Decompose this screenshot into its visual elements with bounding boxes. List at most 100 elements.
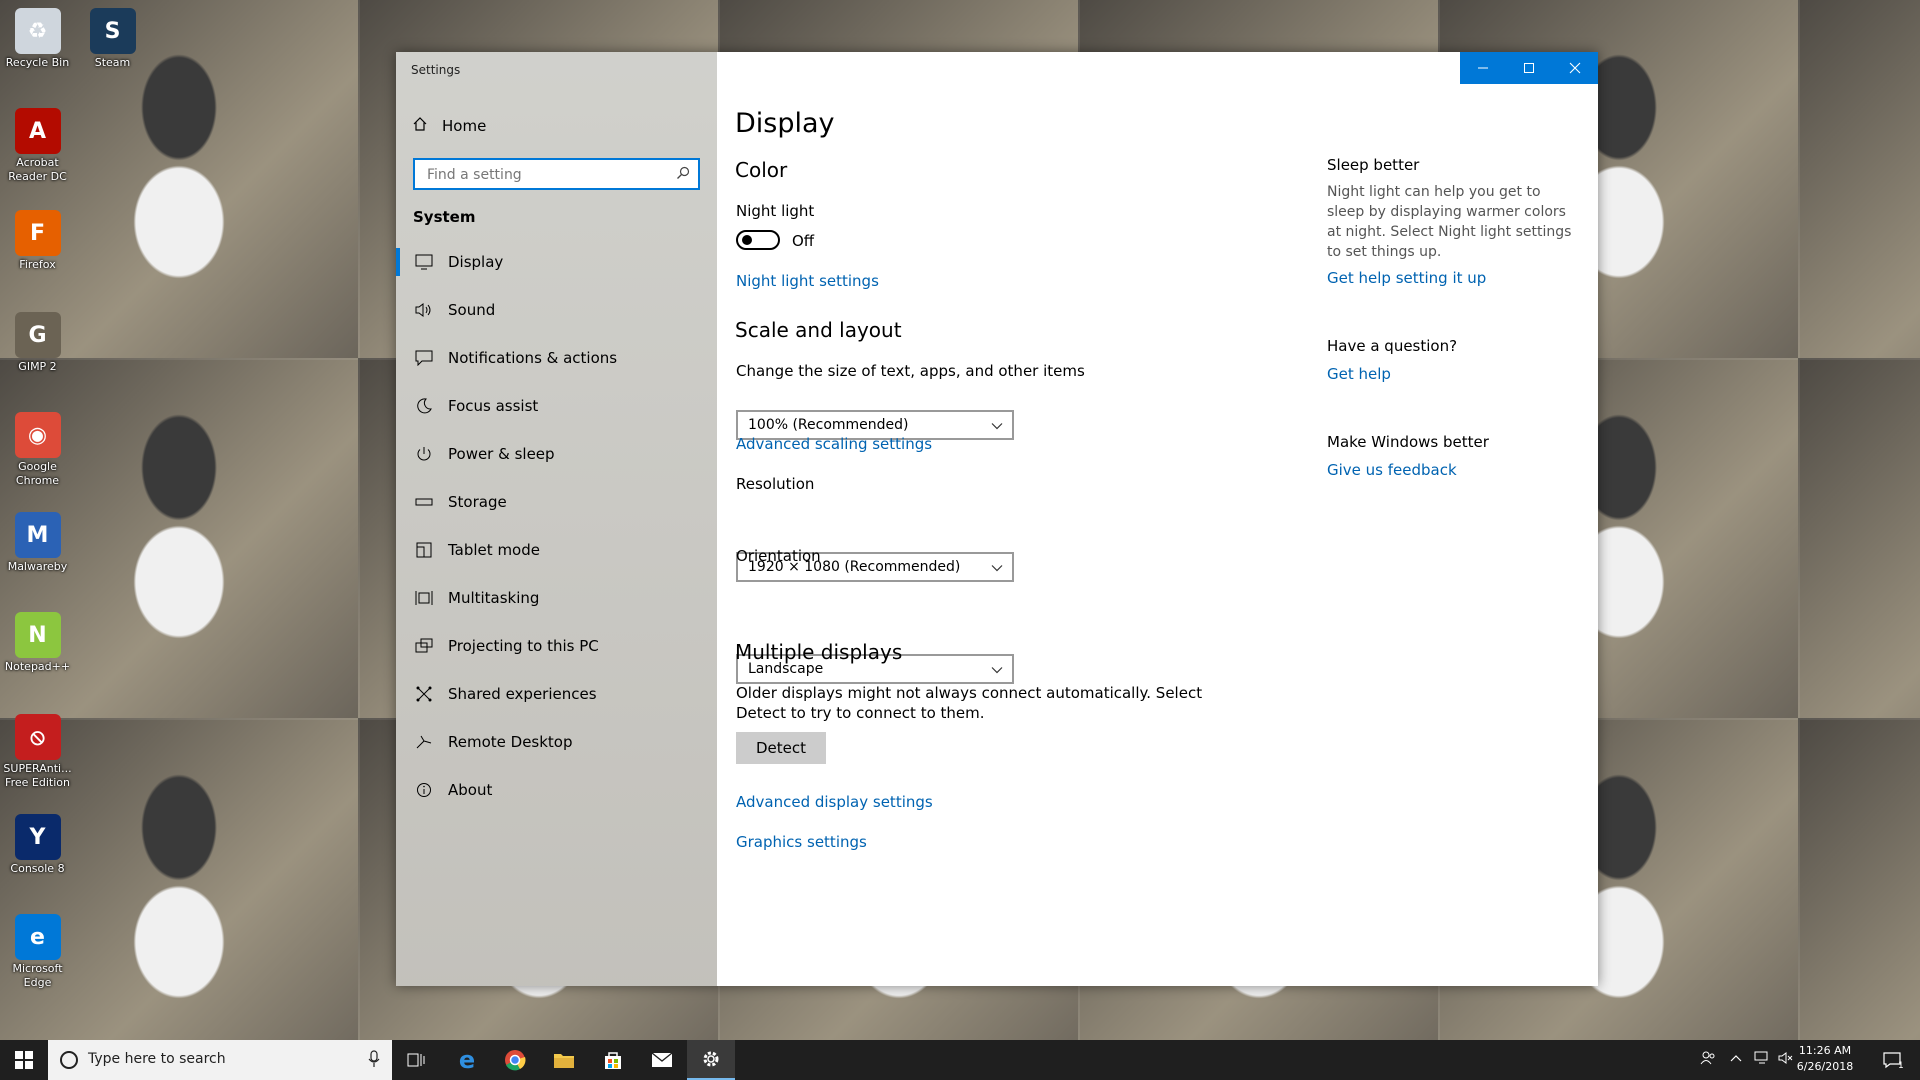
desktop-icon-label: SUPERAnti... Free Edition: [3, 762, 72, 789]
wallpaper-tile: [1800, 720, 1920, 1040]
window-title: Settings: [411, 63, 461, 77]
desktop-icon-label: GIMP 2: [18, 360, 57, 373]
sidebar-item-projecting-to-this-pc[interactable]: Projecting to this PC: [396, 622, 717, 670]
gimp-icon: G: [14, 312, 61, 358]
maximize-icon: [1524, 63, 1534, 73]
detect-button[interactable]: Detect: [736, 732, 826, 764]
taskbar-clock[interactable]: 11:26 AM 6/26/2018: [1790, 1043, 1860, 1075]
sleep-text-line: Night light can help you get to: [1327, 184, 1541, 200]
settings-search-input[interactable]: [425, 166, 669, 184]
taskbar-chrome[interactable]: [491, 1040, 539, 1080]
desktop-icon-label: Notepad++: [4, 660, 71, 673]
desktop-icon[interactable]: e Microsoft Edge: [0, 914, 75, 990]
network-icon[interactable]: [1750, 1051, 1774, 1069]
malwarebytes-icon: M: [14, 512, 61, 558]
clock-time: 11:26 AM: [1798, 1044, 1852, 1057]
chevron-up-icon[interactable]: [1722, 1051, 1750, 1069]
sidebar-item-display[interactable]: Display: [396, 238, 717, 286]
toggle-knob: [742, 235, 752, 245]
sidebar-item-sound[interactable]: Sound: [396, 286, 717, 334]
task-view-button[interactable]: [392, 1040, 440, 1080]
chevron-down-icon: [990, 663, 1004, 681]
get-help-link[interactable]: Get help: [1327, 365, 1391, 383]
scale-value: 100% (Recommended): [748, 417, 909, 433]
sidebar-nav: Display Sound Notifications & actions Focus…: [396, 238, 717, 814]
get-help-setting-it-up-link[interactable]: Get help setting it up: [1327, 269, 1486, 287]
settings-sidebar: Settings Home System Display Sound Notific…: [396, 52, 717, 986]
sidebar-item-about[interactable]: About: [396, 766, 717, 814]
sleep-text-line: at night. Select Night light settings: [1327, 224, 1572, 240]
edge-icon: e: [14, 914, 61, 960]
home-icon: [412, 116, 428, 136]
desktop-icon-label: Recycle Bin: [5, 56, 70, 69]
sidebar-item-shared-experiences[interactable]: Shared experiences: [396, 670, 717, 718]
desktop-icon[interactable]: ♻ Recycle Bin: [0, 8, 75, 70]
multitasking-icon: [413, 587, 435, 609]
info-icon: [413, 779, 435, 801]
sidebar-item-notifications-actions[interactable]: Notifications & actions: [396, 334, 717, 382]
people-icon[interactable]: [1694, 1050, 1722, 1070]
desktop-icon[interactable]: Y Console 8: [0, 814, 75, 876]
sleep-better-title: Sleep better: [1327, 156, 1420, 174]
notepadpp-icon: N: [14, 612, 61, 658]
desktop-icon[interactable]: S Steam: [75, 8, 150, 70]
sidebar-item-label: Remote Desktop: [448, 733, 573, 751]
sidebar-item-multitasking[interactable]: Multitasking: [396, 574, 717, 622]
advanced-display-settings-link[interactable]: Advanced display settings: [736, 793, 933, 811]
sleep-text-line: to set things up.: [1327, 244, 1442, 260]
settings-search-box[interactable]: [413, 158, 700, 190]
sidebar-item-label: Sound: [448, 301, 496, 319]
windows-logo-icon: [15, 1051, 33, 1069]
maximize-button[interactable]: [1506, 52, 1552, 84]
sidebar-item-power-sleep[interactable]: Power & sleep: [396, 430, 717, 478]
orientation-label: Orientation: [736, 547, 821, 565]
settings-window: Settings Home System Display Sound Notific…: [396, 52, 1598, 986]
superantispyware-icon: ⦸: [14, 714, 61, 760]
desktop-icon-label: Firefox: [19, 258, 56, 271]
action-center-button[interactable]: 1: [1872, 1040, 1912, 1080]
shared-icon: [413, 683, 435, 705]
advanced-scaling-link[interactable]: Advanced scaling settings: [736, 435, 932, 453]
taskbar-file-explorer[interactable]: [540, 1040, 588, 1080]
taskbar-edge[interactable]: e: [443, 1040, 491, 1080]
make-windows-better-title: Make Windows better: [1327, 433, 1489, 451]
taskbar-search-placeholder: Type here to search: [88, 1051, 226, 1067]
sidebar-item-remote-desktop[interactable]: Remote Desktop: [396, 718, 717, 766]
home-nav-item[interactable]: Home: [412, 114, 486, 138]
microphone-icon[interactable]: [368, 1050, 380, 1072]
give-us-feedback-link[interactable]: Give us feedback: [1327, 461, 1457, 479]
taskbar-settings[interactable]: [687, 1040, 735, 1080]
night-light-settings-link[interactable]: Night light settings: [736, 272, 879, 290]
desktop-icon[interactable]: N Notepad++: [0, 612, 75, 674]
desktop-icon[interactable]: G GIMP 2: [0, 312, 75, 374]
start-button[interactable]: [0, 1040, 48, 1080]
firefox-icon: F: [14, 210, 61, 256]
sidebar-item-label: About: [448, 781, 493, 799]
gear-icon: [703, 1051, 719, 1067]
sidebar-item-storage[interactable]: Storage: [396, 478, 717, 526]
desktop-icon-label: Google Chrome: [15, 460, 60, 487]
desktop-icon[interactable]: A Acrobat Reader DC: [0, 108, 75, 184]
graphics-settings-link[interactable]: Graphics settings: [736, 833, 867, 851]
desktop-icon[interactable]: ◉ Google Chrome: [0, 412, 75, 488]
minimize-button[interactable]: [1460, 52, 1506, 84]
search-icon[interactable]: [676, 166, 690, 184]
wallpaper-tile: [1800, 360, 1920, 720]
close-button[interactable]: [1552, 52, 1598, 84]
have-a-question-title: Have a question?: [1327, 337, 1458, 355]
sidebar-item-label: Shared experiences: [448, 685, 597, 703]
desktop-icon[interactable]: F Firefox: [0, 210, 75, 272]
sleep-text-line: sleep by displaying warmer colors: [1327, 204, 1566, 220]
sidebar-item-focus-assist[interactable]: Focus assist: [396, 382, 717, 430]
sidebar-item-tablet-mode[interactable]: Tablet mode: [396, 526, 717, 574]
night-light-toggle[interactable]: [736, 230, 780, 250]
wallpaper-tile: [1800, 0, 1920, 360]
desktop-icon[interactable]: ⦸ SUPERAnti... Free Edition: [0, 714, 75, 790]
clock-date: 6/26/2018: [1796, 1060, 1854, 1073]
desktop-icon[interactable]: M Malwareby: [0, 512, 75, 574]
chevron-down-icon: [990, 419, 1004, 437]
taskbar-store[interactable]: [589, 1040, 637, 1080]
taskbar-mail[interactable]: [638, 1040, 686, 1080]
taskbar-search-box[interactable]: Type here to search: [48, 1040, 392, 1080]
minimize-icon: [1478, 67, 1488, 69]
